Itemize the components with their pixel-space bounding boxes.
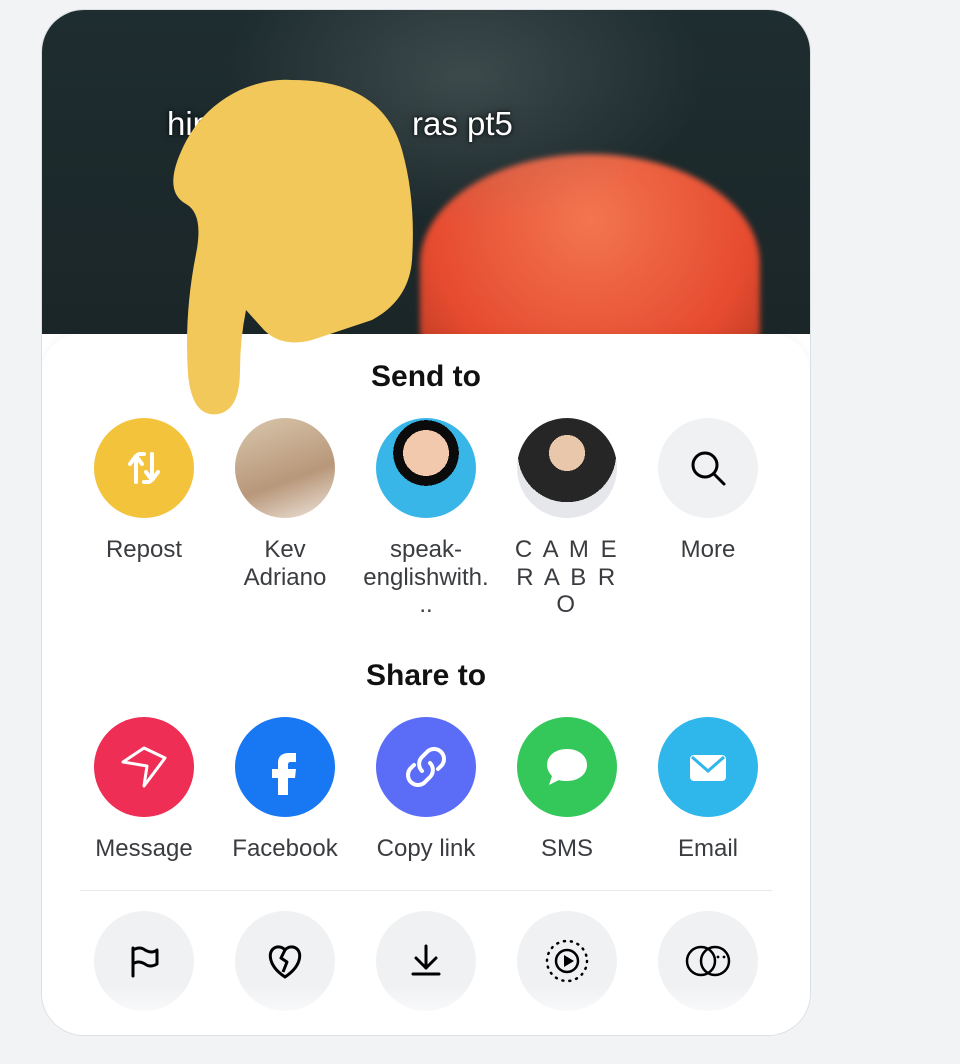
actions-row: Report Not [42,911,810,1035]
action-label: Set as [533,1029,601,1035]
set-as-button[interactable]: Set as [503,911,631,1035]
search-icon [658,418,758,518]
avatar [376,418,476,518]
avatar [517,418,617,518]
broken-heart-icon [235,911,335,1011]
message-icon [94,717,194,817]
duet-icon [658,911,758,1011]
save-video-button[interactable]: Save video [362,911,490,1035]
repost-button[interactable]: Repost [80,418,208,619]
repost-icon [94,418,194,518]
share-sms-button[interactable]: SMS [503,717,631,863]
share-message-button[interactable]: Message [80,717,208,863]
share-label: Email [678,835,738,863]
pointer-hand-icon [142,70,432,415]
facebook-icon [235,717,335,817]
sms-icon [517,717,617,817]
duet-button[interactable]: Duet [644,911,772,1035]
contact-label: Kev Adriano [221,536,349,591]
download-icon [376,911,476,1011]
more-contacts-button[interactable]: More [644,418,772,619]
share-email-button[interactable]: Email [644,717,772,863]
divider [80,890,772,891]
share-sheet-screen: hindi ras pt5 Send to Repost [42,10,810,1035]
contact-label: speak-englishwith... [362,536,490,619]
contact-camera-bro[interactable]: C A M E R A B R O [503,418,631,619]
share-to-title: Share to [42,659,810,693]
action-label: Save video [367,1029,486,1035]
share-sheet: Send to Repost Kev Adriano [42,334,810,1035]
more-label: More [681,536,736,564]
contact-label: C A M E R A B R O [503,536,631,619]
flag-icon [94,911,194,1011]
send-to-row: Repost Kev Adriano speak-englishwith... … [42,418,810,619]
share-copylink-button[interactable]: Copy link [362,717,490,863]
avatar [235,418,335,518]
email-icon [658,717,758,817]
share-label: SMS [541,835,593,863]
repost-label: Repost [106,536,182,564]
action-label: Report [108,1029,180,1035]
action-label: Duet [683,1029,734,1035]
action-label: Not [266,1029,303,1035]
share-label: Copy link [377,835,476,863]
share-label: Facebook [232,835,337,863]
contact-speak-english[interactable]: speak-englishwith... [362,418,490,619]
contact-kev-adriano[interactable]: Kev Adriano [221,418,349,619]
share-to-row: Message Facebook Copy link [42,717,810,863]
share-label: Message [95,835,192,863]
not-interested-button[interactable]: Not [221,911,349,1035]
live-photo-icon [517,911,617,1011]
share-facebook-button[interactable]: Facebook [221,717,349,863]
report-button[interactable]: Report [80,911,208,1035]
link-icon [376,717,476,817]
